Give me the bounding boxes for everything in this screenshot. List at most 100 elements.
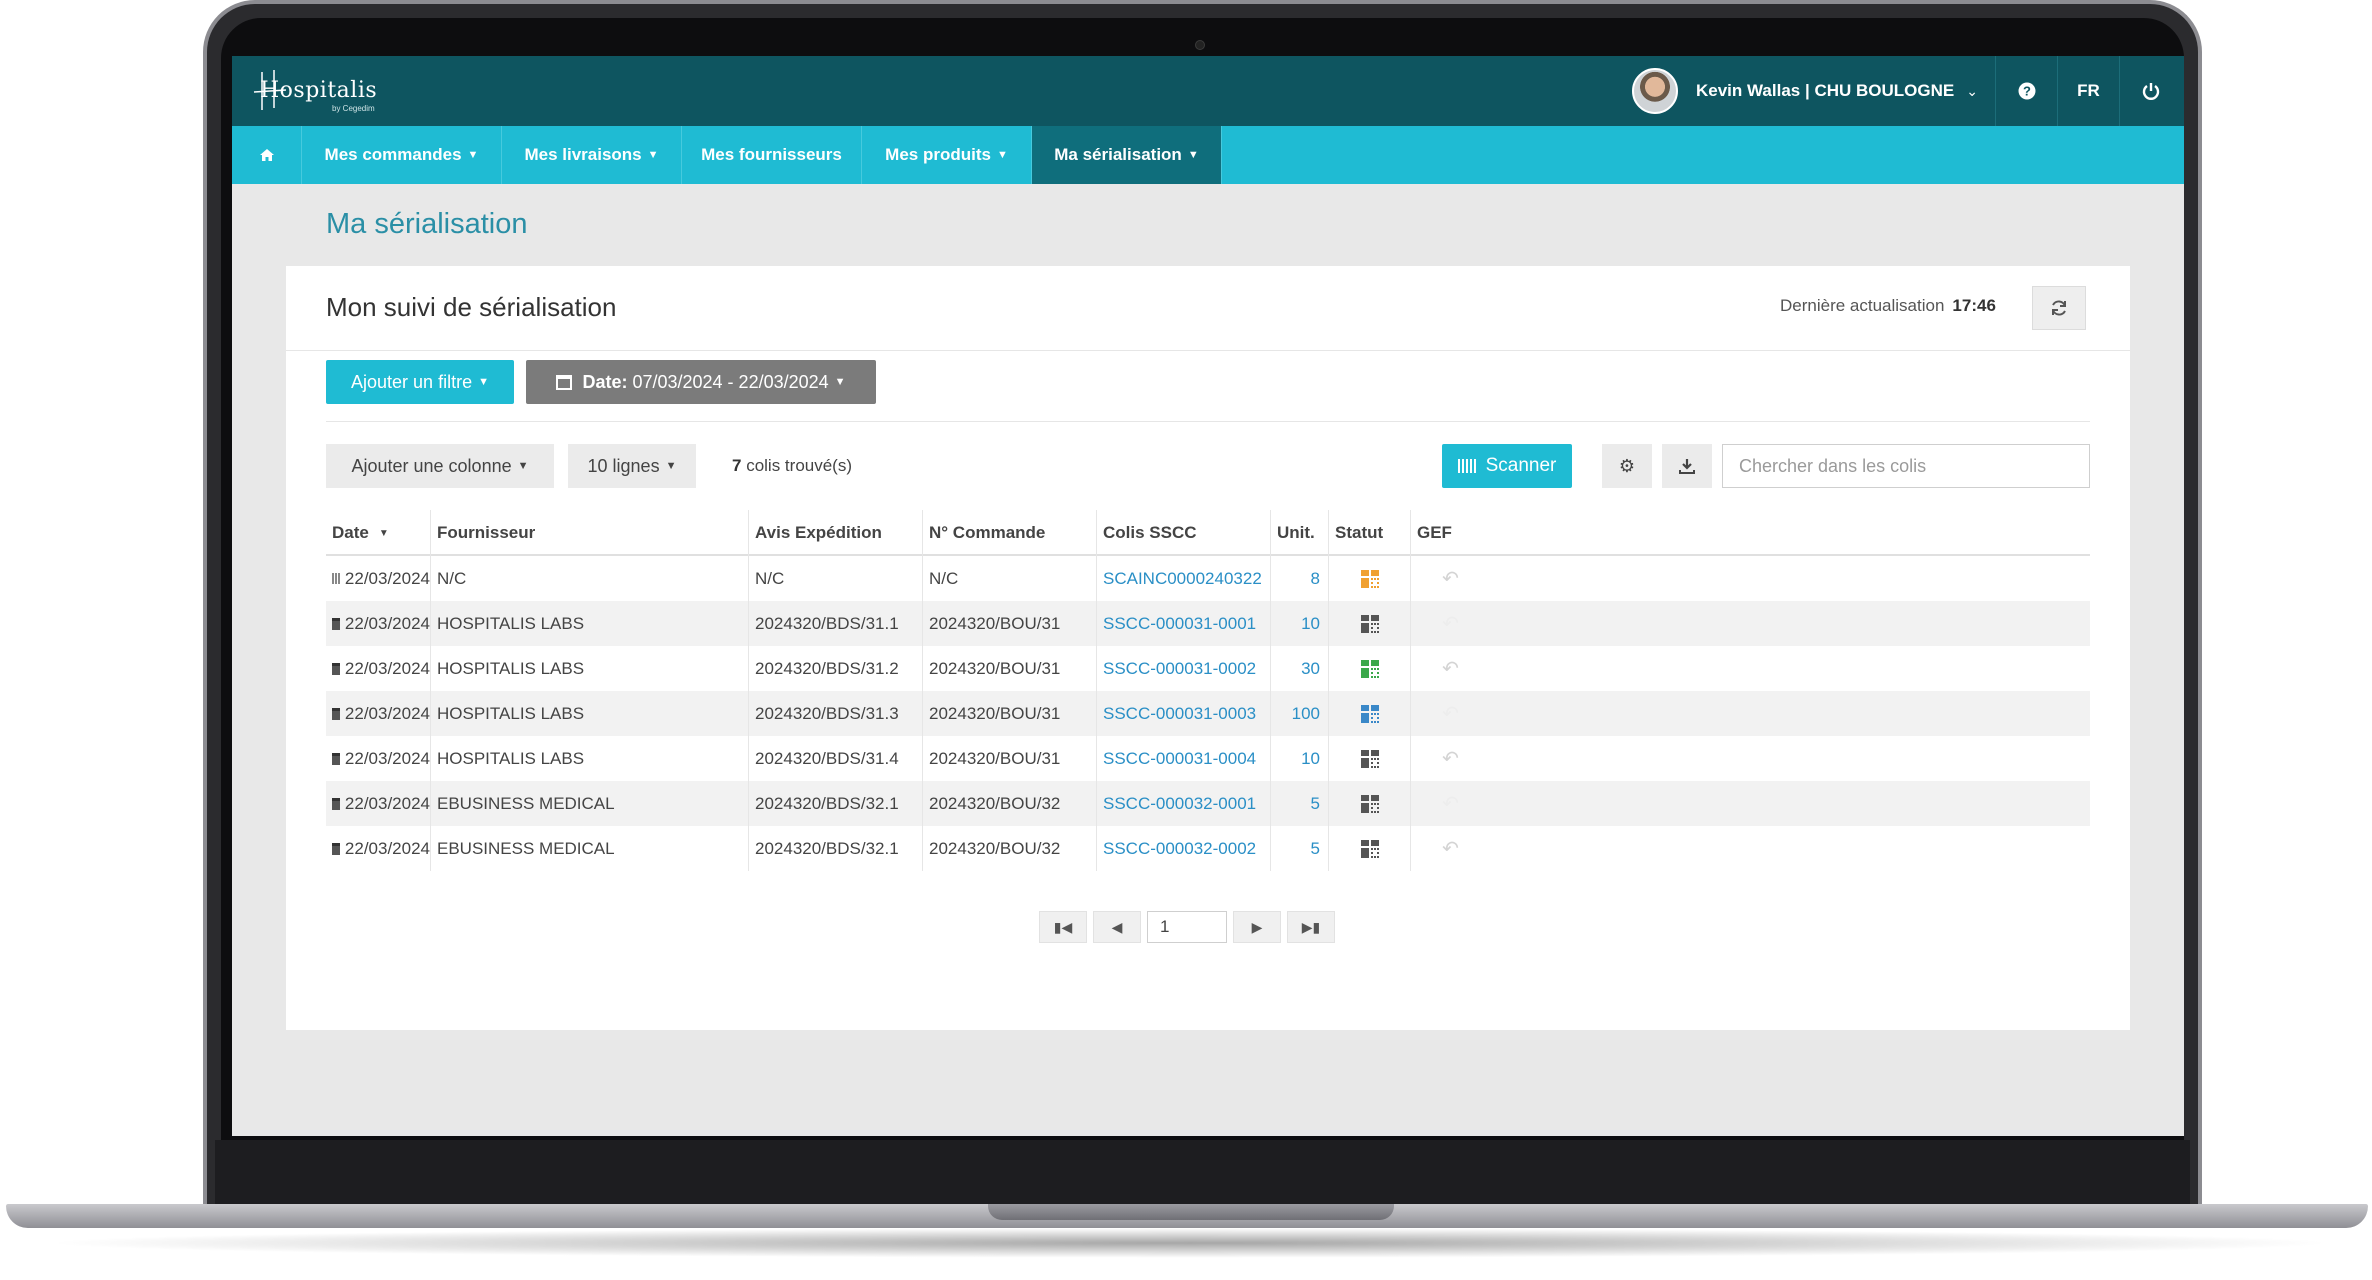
table-header: Date ▼ Fournisseur Avis Expédition N° Com… <box>326 510 2090 556</box>
language-button[interactable]: FR <box>2057 56 2119 126</box>
next-page-button[interactable]: ▶ <box>1233 911 1281 943</box>
cell-status[interactable] <box>1328 646 1410 691</box>
download-button[interactable] <box>1662 444 1712 488</box>
add-filter-button[interactable]: Ajouter un filtre ▼ <box>326 360 514 404</box>
column-header-order[interactable]: N° Commande <box>922 510 1096 556</box>
scanner-button[interactable]: Scanner <box>1442 444 1572 488</box>
cell-units[interactable]: 100 <box>1270 691 1328 736</box>
cell-units[interactable]: 30 <box>1270 646 1328 691</box>
nav-mes-fournisseurs[interactable]: Mes fournisseurs <box>682 126 862 184</box>
cell-gef[interactable]: ↶ <box>1410 646 1490 691</box>
cell-order: 2024320/BOU/31 <box>922 646 1096 691</box>
table-row[interactable]: 22/03/2024 HOSPITALIS LABS 2024320/BDS/31.… <box>326 601 2090 646</box>
nav-mes-commandes[interactable]: Mes commandes ▼ <box>302 126 502 184</box>
cell-units[interactable]: 5 <box>1270 826 1328 871</box>
cell-text: SSCC-000031-0002 <box>1103 658 1257 678</box>
cell-gef[interactable]: ↶ <box>1410 556 1490 601</box>
cell-supplier: HOSPITALIS LABS <box>430 736 748 781</box>
prev-page-button[interactable]: ◀ <box>1093 911 1141 943</box>
calendar-icon <box>556 374 573 390</box>
cell-sscc[interactable]: SSCC-000031-0002 <box>1096 646 1270 691</box>
user-menu[interactable]: Kevin Wallas | CHU BOULOGNE ⌄ <box>1632 56 1978 126</box>
cell-units[interactable]: 10 <box>1270 601 1328 646</box>
divider <box>286 350 2130 351</box>
first-page-button[interactable]: ▮◀ <box>1039 911 1087 943</box>
column-header-supplier[interactable]: Fournisseur <box>430 510 748 556</box>
column-header-shipping[interactable]: Avis Expédition <box>748 510 922 556</box>
cell-units[interactable]: 10 <box>1270 736 1328 781</box>
cell-text: 2024320/BOU/31 <box>929 613 1061 633</box>
column-header-gef[interactable]: GEF <box>1410 510 1490 556</box>
last-page-button[interactable]: ▶▮ <box>1287 911 1335 943</box>
cell-status[interactable] <box>1328 556 1410 601</box>
help-button[interactable]: ? <box>1995 56 2057 126</box>
cell-units[interactable]: 8 <box>1270 556 1328 601</box>
user-name: Kevin Wallas | CHU BOULOGNE <box>1696 81 1955 100</box>
top-bar: Hospitalis by Cegedim Kevin Wallas | CHU… <box>232 56 2184 126</box>
cell-sscc[interactable]: SCAINC0000240322 <box>1096 556 1270 601</box>
barcode-icon <box>1457 459 1478 473</box>
nav-mes-livraisons[interactable]: Mes livraisons ▼ <box>502 126 682 184</box>
table-row[interactable]: 22/03/2024 N/C N/C N/C SCAINC0000240322 8 ↶ <box>326 556 2090 601</box>
search-input[interactable] <box>1722 444 2090 488</box>
cell-gef[interactable]: ↶ <box>1410 691 1490 736</box>
cell-text: 22/03/2024 <box>344 793 430 813</box>
cell-sscc[interactable]: SSCC-000032-0002 <box>1096 826 1270 871</box>
cell-supplier: EBUSINESS MEDICAL <box>430 826 748 871</box>
cell-status[interactable] <box>1328 826 1410 871</box>
chevron-down-icon: ▼ <box>834 376 846 388</box>
column-header-date[interactable]: Date ▼ <box>326 510 430 556</box>
cell-gef[interactable]: ↶ <box>1410 601 1490 646</box>
last-page-icon: ▶▮ <box>1301 918 1321 935</box>
column-header-label: N° Commande <box>929 523 1046 542</box>
chevron-down-icon: ▼ <box>467 149 479 161</box>
cell-sscc[interactable]: SSCC-000032-0001 <box>1096 781 1270 826</box>
column-header-units[interactable]: Unit. <box>1270 510 1328 556</box>
cell-sscc[interactable]: SSCC-000031-0001 <box>1096 601 1270 646</box>
logout-button[interactable] <box>2119 56 2181 126</box>
refresh-button[interactable] <box>2032 286 2086 330</box>
add-filter-label: Ajouter un filtre <box>351 371 473 392</box>
nav-home[interactable] <box>232 126 302 184</box>
table-row[interactable]: 22/03/2024 HOSPITALIS LABS 2024320/BDS/31.… <box>326 691 2090 736</box>
table-row[interactable]: 22/03/2024 EBUSINESS MEDICAL 2024320/BDS/3… <box>326 826 2090 871</box>
cell-status[interactable] <box>1328 691 1410 736</box>
barcode-icon <box>332 573 340 584</box>
cell-text: 22/03/2024 <box>344 748 430 768</box>
cell-text: EBUSINESS MEDICAL <box>437 793 615 813</box>
nav-ma-serialisation[interactable]: Ma sérialisation ▼ <box>1032 126 1222 184</box>
sort-desc-icon: ▼ <box>378 527 389 539</box>
cell-status[interactable] <box>1328 601 1410 646</box>
nav-mes-produits[interactable]: Mes produits ▼ <box>862 126 1032 184</box>
logo-text: Hospitalis <box>260 78 378 103</box>
table-row[interactable]: 22/03/2024 EBUSINESS MEDICAL 2024320/BDS/3… <box>326 781 2090 826</box>
cell-sscc[interactable]: SSCC-000031-0004 <box>1096 736 1270 781</box>
cell-sscc[interactable]: SSCC-000031-0003 <box>1096 691 1270 736</box>
cell-gef[interactable]: ↶ <box>1410 781 1490 826</box>
table-row[interactable]: 22/03/2024 HOSPITALIS LABS 2024320/BDS/31.… <box>326 646 2090 691</box>
main-nav: Mes commandes ▼ Mes livraisons ▼ Mes fourn… <box>232 126 2184 184</box>
refresh-icon <box>2052 300 2066 316</box>
column-header-status[interactable]: Statut <box>1328 510 1410 556</box>
cell-supplier: HOSPITALIS LABS <box>430 646 748 691</box>
table-row[interactable]: 22/03/2024 HOSPITALIS LABS 2024320/BDS/31.… <box>326 736 2090 781</box>
cell-text: 2024320/BDS/31.4 <box>755 748 899 768</box>
cell-text: 8 <box>1310 568 1320 588</box>
laptop-notch <box>988 1204 1394 1220</box>
cell-status[interactable] <box>1328 736 1410 781</box>
column-header-sscc[interactable]: Colis SSCC <box>1096 510 1270 556</box>
question-circle-icon: ? <box>2018 82 2035 100</box>
cell-status[interactable] <box>1328 781 1410 826</box>
add-column-button[interactable]: Ajouter une colonne ▼ <box>326 444 554 488</box>
page-number-input[interactable] <box>1147 911 1227 943</box>
cell-gef[interactable]: ↶ <box>1410 736 1490 781</box>
date-filter-button[interactable]: Date: 07/03/2024 - 22/03/2024 ▼ <box>526 360 876 404</box>
box-icon <box>332 842 340 855</box>
column-header-label: Unit. <box>1277 523 1315 542</box>
qr-code-icon <box>1360 839 1379 858</box>
settings-button[interactable]: ⚙ <box>1602 444 1652 488</box>
cell-units[interactable]: 5 <box>1270 781 1328 826</box>
cell-gef[interactable]: ↶ <box>1410 826 1490 871</box>
hospitalis-logo[interactable]: Hospitalis by Cegedim <box>252 64 412 118</box>
page-size-select[interactable]: 10 lignes ▼ <box>568 444 696 488</box>
